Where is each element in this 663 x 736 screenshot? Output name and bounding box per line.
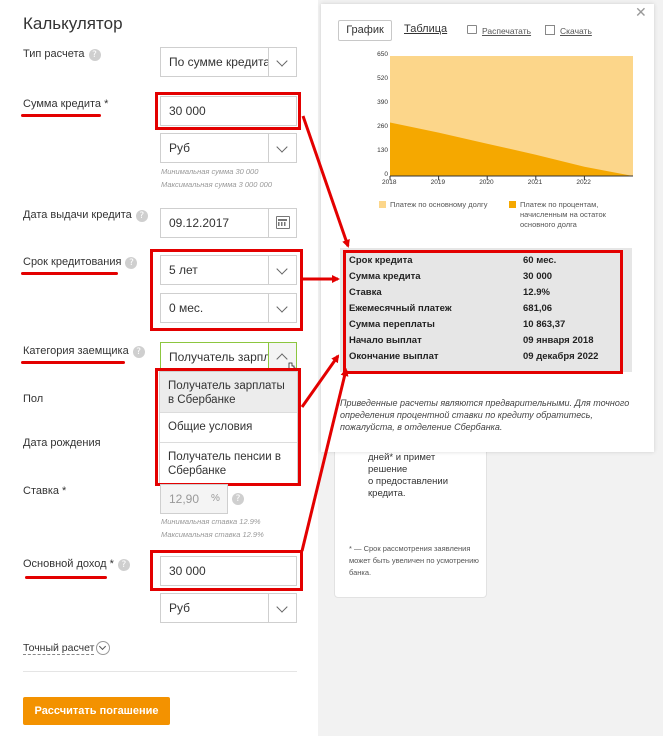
arrow-category bbox=[300, 354, 340, 408]
arrow-amount bbox=[301, 115, 350, 248]
annotation-arrows bbox=[300, 115, 350, 552]
